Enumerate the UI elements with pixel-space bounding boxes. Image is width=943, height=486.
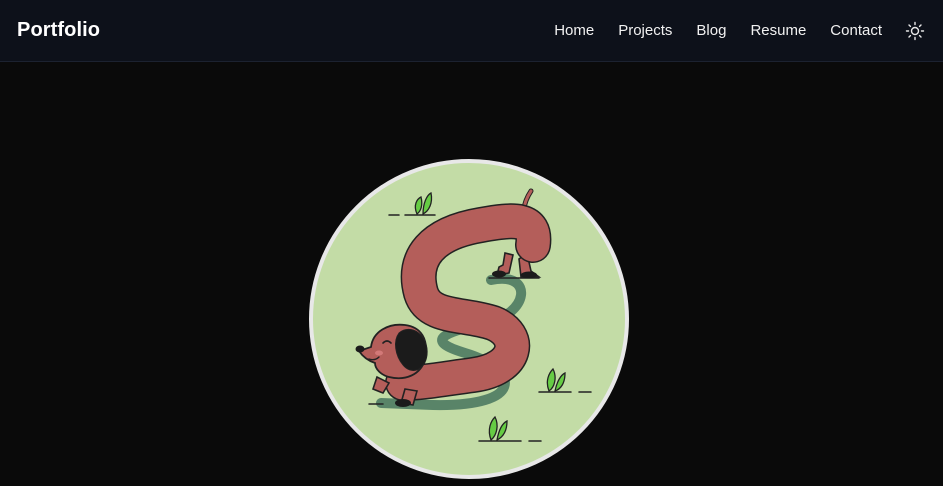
avatar (309, 159, 629, 479)
hero-section (0, 63, 943, 486)
navbar: Portfolio Home Projects Blog Resume Cont… (0, 0, 943, 62)
nav-links: Home Projects Blog Resume Contact (554, 22, 882, 39)
dachshund-illustration (355, 188, 592, 442)
nav-link-resume[interactable]: Resume (750, 22, 806, 39)
nav-link-blog[interactable]: Blog (696, 22, 726, 39)
nav-link-projects[interactable]: Projects (618, 22, 672, 39)
nav-link-home[interactable]: Home (554, 22, 594, 39)
nav-right: Home Projects Blog Resume Contact (554, 0, 926, 61)
sun-icon (905, 21, 925, 40)
theme-toggle-button[interactable] (904, 20, 926, 42)
brand-logo[interactable]: Portfolio (17, 19, 100, 42)
nav-link-contact[interactable]: Contact (830, 22, 882, 39)
